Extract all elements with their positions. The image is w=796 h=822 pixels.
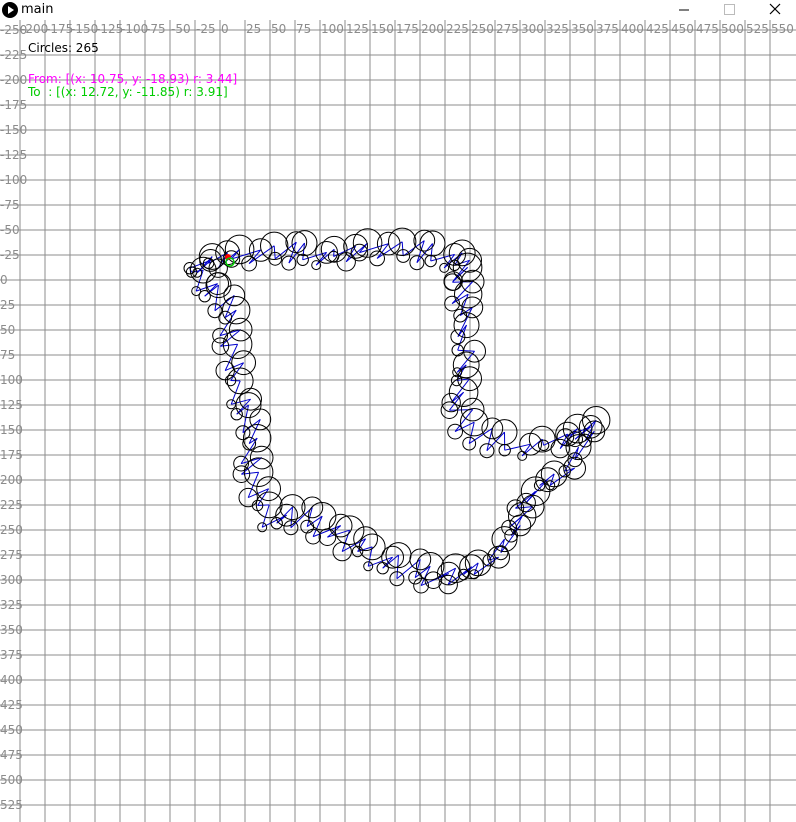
processing-play-icon[interactable] <box>2 2 18 18</box>
y-tick-label: -250 <box>0 23 27 37</box>
x-tick-label: 550 <box>771 22 794 36</box>
x-tick-label: 250 <box>471 22 494 36</box>
x-tick-label: 125 <box>346 22 369 36</box>
y-tick-label: 225 <box>0 498 23 512</box>
y-tick-label: 250 <box>0 523 23 537</box>
x-tick-label: -175 <box>46 22 73 36</box>
y-tick-label: 0 <box>0 273 8 287</box>
coordinate-grid <box>0 20 796 822</box>
y-tick-label: -50 <box>0 223 20 237</box>
x-tick-label: 200 <box>421 22 444 36</box>
circle-layer <box>183 227 611 595</box>
x-tick-label: 450 <box>671 22 694 36</box>
x-tick-label: 100 <box>321 22 344 36</box>
y-tick-label: -225 <box>0 48 27 62</box>
y-tick-label: 525 <box>0 798 23 812</box>
sketch-canvas[interactable]: -200-175-150-125-100-75 -50 -25 0 25 50 75 100 1… <box>0 20 796 822</box>
y-tick-label: 125 <box>0 398 23 412</box>
y-tick-label: 325 <box>0 598 23 612</box>
x-tick-label: 425 <box>646 22 669 36</box>
close-icon[interactable] <box>752 0 796 20</box>
x-tick-label: 50 <box>271 22 286 36</box>
x-tick-label: 375 <box>596 22 619 36</box>
y-tick-label: 50 <box>0 323 15 337</box>
circle-links <box>189 240 597 587</box>
packed-circle <box>440 553 471 584</box>
y-tick-label: -150 <box>0 123 27 137</box>
x-tick-label: -100 <box>121 22 148 36</box>
x-tick-label: 325 <box>546 22 569 36</box>
y-tick-label: -75 <box>0 198 20 212</box>
x-tick-label: -25 <box>196 22 216 36</box>
to-circle-info: To : [(x: 12.72, y: -11.85) r: 3.91] <box>28 85 228 99</box>
title-bar: main <box>0 0 796 20</box>
circle-link <box>401 241 404 257</box>
packed-circle <box>279 494 306 521</box>
x-tick-label: 75 <box>296 22 311 36</box>
packed-circle <box>452 252 483 283</box>
y-tick-label: 450 <box>0 723 23 737</box>
x-tick-label: 225 <box>446 22 469 36</box>
x-axis-labels: -200-175-150-125-100-75 -50 -25 0 25 50 75 100 1… <box>21 22 794 36</box>
y-tick-label: 300 <box>0 573 23 587</box>
x-tick-label: 175 <box>396 22 419 36</box>
y-tick-label: 375 <box>0 648 23 662</box>
y-tick-label: 100 <box>0 373 23 387</box>
y-tick-label: -125 <box>0 148 27 162</box>
y-tick-label: -100 <box>0 173 27 187</box>
x-tick-label: 150 <box>371 22 394 36</box>
maximize-icon[interactable] <box>706 0 752 20</box>
y-tick-label: -25 <box>0 248 20 262</box>
packed-circle <box>189 256 217 284</box>
y-tick-label: -200 <box>0 73 27 87</box>
y-tick-label: 475 <box>0 748 23 762</box>
x-tick-label: 0 <box>221 22 229 36</box>
y-tick-label: 75 <box>0 348 15 362</box>
x-tick-label: 275 <box>496 22 519 36</box>
packed-circle <box>459 554 485 580</box>
circles-count: Circles: 265 <box>28 41 99 55</box>
y-tick-label: 500 <box>0 773 23 787</box>
y-tick-label: 25 <box>0 298 15 312</box>
x-tick-label: 350 <box>571 22 594 36</box>
circle-link <box>257 504 270 506</box>
y-tick-label: -175 <box>0 98 27 112</box>
x-tick-label: -50 <box>171 22 191 36</box>
x-tick-label: 400 <box>621 22 644 36</box>
x-tick-label: 475 <box>696 22 719 36</box>
circle-link <box>457 349 475 352</box>
x-tick-label: -125 <box>96 22 123 36</box>
x-tick-label: 25 <box>246 22 261 36</box>
x-tick-label: 525 <box>746 22 769 36</box>
x-tick-label: -150 <box>71 22 98 36</box>
y-tick-label: 425 <box>0 698 23 712</box>
x-tick-label: -75 <box>146 22 166 36</box>
window-title: main <box>21 2 54 17</box>
circle-link <box>333 249 335 257</box>
y-tick-label: 275 <box>0 548 23 562</box>
y-axis-labels: -250-225-200-175-150-125-100-75-50-25025… <box>0 23 27 812</box>
y-tick-label: 150 <box>0 423 23 437</box>
y-tick-label: 350 <box>0 623 23 637</box>
x-tick-label: 300 <box>521 22 544 36</box>
y-tick-label: 200 <box>0 473 23 487</box>
x-tick-label: 500 <box>721 22 744 36</box>
y-tick-label: 400 <box>0 673 23 687</box>
y-tick-label: 175 <box>0 448 23 462</box>
minimize-icon[interactable] <box>660 0 706 20</box>
